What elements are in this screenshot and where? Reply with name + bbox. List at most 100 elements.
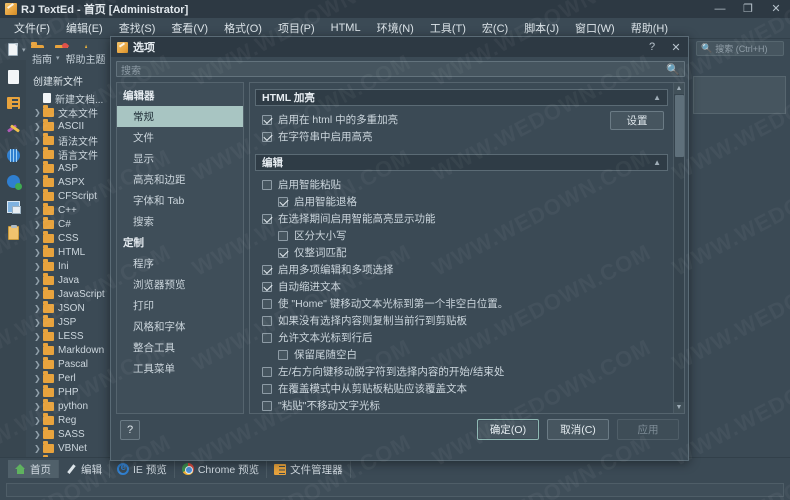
checkbox-row-1-13[interactable]: "粘贴"不移动文字光标 (262, 397, 665, 414)
expand-chevron-icon[interactable]: ❯ (34, 150, 43, 159)
category-item-13[interactable]: 工具菜单 (117, 358, 243, 379)
checkbox-icon[interactable] (262, 333, 272, 343)
tree-item-1[interactable]: ❯文本文件 (26, 105, 110, 119)
checkbox-row-1-3[interactable]: 区分大小写 (262, 227, 665, 244)
tree-item-9[interactable]: ❯C# (26, 217, 110, 231)
tree-item-5[interactable]: ❯ASP (26, 161, 110, 175)
checkbox-icon[interactable] (262, 115, 272, 125)
expand-chevron-icon[interactable]: ❯ (34, 136, 43, 145)
expand-chevron-icon[interactable]: ❯ (34, 192, 43, 201)
tree-item-6[interactable]: ❯ASPX (26, 175, 110, 189)
new-file-icon[interactable] (4, 41, 21, 58)
expand-chevron-icon[interactable]: ❯ (34, 402, 43, 411)
expand-chevron-icon[interactable]: ❯ (34, 444, 43, 453)
category-item-12[interactable]: 整合工具 (117, 337, 243, 358)
ok-button[interactable]: 确定(O) (477, 419, 539, 440)
checkbox-row-1-0[interactable]: 启用智能粘贴 (262, 176, 665, 193)
checkbox-row-1-2[interactable]: 在选择期间启用智能高亮显示功能 (262, 210, 665, 227)
apply-button[interactable]: 应用 (617, 419, 679, 440)
checkbox-row-1-1[interactable]: 启用智能退格 (262, 193, 665, 210)
tree-item-4[interactable]: ❯语言文件 (26, 147, 110, 161)
bottom-tab-1[interactable]: 编辑 (59, 460, 110, 478)
expand-chevron-icon[interactable]: ❯ (34, 276, 43, 285)
clipboard-icon[interactable] (2, 220, 24, 246)
checkbox-icon[interactable] (278, 248, 288, 258)
option-group-header-1[interactable]: 编辑▲ (255, 154, 668, 171)
tree-item-24[interactable]: ❯SASS (26, 427, 110, 441)
checkbox-icon[interactable] (278, 350, 288, 360)
tree-item-17[interactable]: ❯LESS (26, 329, 110, 343)
window-icon[interactable] (2, 194, 24, 220)
minimize-button[interactable]: — (706, 0, 734, 18)
menu-item-1[interactable]: 编辑(E) (58, 17, 111, 39)
settings-button[interactable]: 设置 (610, 111, 664, 130)
globe-icon[interactable] (2, 142, 24, 168)
expand-chevron-icon[interactable]: ❯ (34, 416, 43, 425)
tree-item-10[interactable]: ❯CSS (26, 231, 110, 245)
maximize-button[interactable]: ❐ (734, 0, 762, 18)
tree-item-21[interactable]: ❯PHP (26, 385, 110, 399)
new-file-dropdown-icon[interactable]: ▾ (22, 46, 26, 54)
checkbox-row-1-11[interactable]: 左/右方向键移动脱字符到选择内容的开始/结束处 (262, 363, 665, 380)
expand-chevron-icon[interactable]: ❯ (34, 122, 43, 131)
tree-item-20[interactable]: ❯Perl (26, 371, 110, 385)
task-list-icon[interactable] (2, 90, 24, 116)
tools-icon[interactable] (2, 116, 24, 142)
checkbox-icon[interactable] (262, 401, 272, 411)
checkbox-icon[interactable] (262, 265, 272, 275)
checkbox-icon[interactable] (262, 214, 272, 224)
category-item-5[interactable]: 字体和 Tab (117, 190, 243, 211)
checkbox-icon[interactable] (262, 316, 272, 326)
expand-chevron-icon[interactable]: ❯ (34, 178, 43, 187)
menu-item-6[interactable]: HTML (323, 19, 369, 37)
scroll-up-icon[interactable]: ▲ (674, 83, 684, 94)
expand-chevron-icon[interactable]: ❯ (34, 206, 43, 215)
collapse-chevron-icon[interactable]: ▲ (653, 93, 661, 102)
tree-item-7[interactable]: ❯CFScript (26, 189, 110, 203)
bottom-tab-0[interactable]: 首页 (8, 460, 59, 478)
expand-chevron-icon[interactable]: ❯ (34, 220, 43, 229)
tree-item-22[interactable]: ❯python (26, 399, 110, 413)
checkbox-icon[interactable] (278, 197, 288, 207)
nav-tab-guide[interactable]: 指南 (29, 49, 55, 68)
expand-chevron-icon[interactable]: ❯ (34, 164, 43, 173)
checkbox-row-1-12[interactable]: 在覆盖模式中从剪贴板粘贴应该覆盖文本 (262, 380, 665, 397)
tree-item-18[interactable]: ❯Markdown (26, 343, 110, 357)
dialog-search-input[interactable]: 搜索 🔍 (116, 61, 685, 77)
tree-item-25[interactable]: ❯VBNet (26, 441, 110, 455)
checkbox-icon[interactable] (262, 384, 272, 394)
expand-chevron-icon[interactable]: ❯ (34, 388, 43, 397)
checkbox-row-1-10[interactable]: 保留尾随空白 (262, 346, 665, 363)
expand-chevron-icon[interactable]: ❯ (34, 332, 43, 341)
checkbox-icon[interactable] (262, 132, 272, 142)
expand-chevron-icon[interactable]: ❯ (34, 374, 43, 383)
tree-item-2[interactable]: ❯ASCII (26, 119, 110, 133)
expand-chevron-icon[interactable]: ❯ (34, 360, 43, 369)
toolbar-search-box[interactable]: 🔍 搜索 (Ctrl+H) (696, 41, 784, 56)
bottom-tab-3[interactable]: Chrome 预览 (175, 460, 267, 478)
checkbox-row-1-8[interactable]: 如果没有选择内容则复制当前行到剪贴板 (262, 312, 665, 329)
category-item-6[interactable]: 搜索 (117, 211, 243, 232)
expand-chevron-icon[interactable]: ❯ (34, 430, 43, 439)
category-item-3[interactable]: 显示 (117, 148, 243, 169)
checkbox-icon[interactable] (262, 180, 272, 190)
nav-guide-dropdown-icon[interactable]: ▾ (56, 54, 60, 62)
dialog-help-button[interactable]: ? (640, 37, 664, 57)
category-item-4[interactable]: 高亮和边距 (117, 169, 243, 190)
globe-sync-icon[interactable] (2, 168, 24, 194)
checkbox-row-1-7[interactable]: 使 "Home" 键移动文本光标到第一个非空白位置。 (262, 295, 665, 312)
close-button[interactable]: ✕ (762, 0, 790, 18)
category-item-9[interactable]: 浏览器预览 (117, 274, 243, 295)
expand-chevron-icon[interactable]: ❯ (34, 108, 43, 117)
new-document-icon[interactable] (2, 64, 24, 90)
expand-chevron-icon[interactable]: ❯ (34, 262, 43, 271)
category-item-2[interactable]: 文件 (117, 127, 243, 148)
tree-item-12[interactable]: ❯Ini (26, 259, 110, 273)
tree-item-16[interactable]: ❯JSP (26, 315, 110, 329)
checkbox-row-1-9[interactable]: 允许文本光标到行后 (262, 329, 665, 346)
tree-item-15[interactable]: ❯JSON (26, 301, 110, 315)
category-item-8[interactable]: 程序 (117, 253, 243, 274)
checkbox-row-0-0[interactable]: 启用在 html 中的多重加亮 (262, 111, 665, 128)
menu-item-0[interactable]: 文件(F) (6, 17, 58, 39)
expand-chevron-icon[interactable]: ❯ (34, 304, 43, 313)
